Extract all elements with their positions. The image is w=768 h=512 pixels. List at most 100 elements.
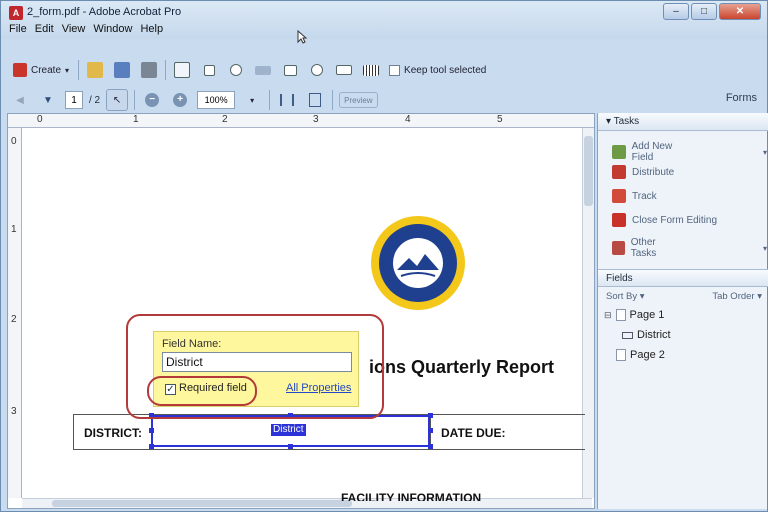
forms-task-pane: ▾ Tasks Add New Field ▾ Distribute Track…	[597, 113, 768, 509]
menu-window[interactable]: Window	[93, 23, 132, 35]
tab-order-dropdown[interactable]: Tab Order ▾	[712, 288, 762, 306]
create-label: Create	[31, 64, 62, 76]
button-tool[interactable]	[252, 59, 274, 81]
resize-handle[interactable]	[149, 444, 154, 449]
collapse-icon[interactable]: ⊟	[604, 310, 612, 321]
add-field-icon	[612, 145, 626, 159]
previous-page-button[interactable]: ◀	[9, 89, 31, 111]
save-button[interactable]	[111, 59, 133, 81]
toolbar-separator	[78, 60, 80, 80]
chevron-down-icon: ▾	[762, 147, 767, 157]
text-field-icon	[622, 331, 633, 339]
fit-page-button[interactable]	[304, 89, 326, 111]
menu-view[interactable]: View	[62, 23, 86, 35]
checkbox-tool[interactable]	[198, 59, 220, 81]
maximize-button[interactable]: □	[691, 3, 717, 20]
menu-edit[interactable]: Edit	[35, 23, 54, 35]
zoom-in-button[interactable]: +	[169, 89, 191, 111]
field-name-chip: District	[271, 424, 306, 436]
menu-file[interactable]: File	[9, 23, 27, 35]
minimize-button[interactable]: –	[663, 3, 689, 20]
tree-node-page-1[interactable]: ⊟ Page 1	[604, 309, 664, 321]
ruler-mark-0: 0	[37, 114, 43, 125]
ruler-mark-2: 2	[222, 114, 228, 125]
page-icon	[616, 349, 626, 361]
zoom-out-button[interactable]: −	[141, 89, 163, 111]
department-seal-logo	[371, 216, 465, 310]
select-tool[interactable]: ↖	[106, 89, 129, 111]
other-tasks-icon	[612, 241, 625, 255]
task-other-tasks[interactable]: Other Tasks ▾	[612, 237, 767, 259]
list-box-tool[interactable]	[279, 59, 301, 81]
keep-tool-checkbox[interactable]	[389, 64, 401, 76]
barcode-tool[interactable]	[360, 59, 382, 81]
preview-button[interactable]: Preview	[339, 92, 378, 108]
window-controls: – □ ✕	[663, 3, 761, 20]
task-label: Track	[632, 190, 657, 202]
radio-tool[interactable]	[306, 59, 328, 81]
printer-icon	[141, 62, 158, 78]
zoom-dropdown-button[interactable]: ▾	[241, 89, 263, 111]
resize-handle[interactable]	[149, 428, 154, 433]
fit-width-icon	[280, 94, 295, 106]
district-label: DISTRICT:	[84, 426, 142, 440]
print-button[interactable]	[138, 59, 160, 81]
zoom-input[interactable]	[197, 91, 236, 109]
distribute-icon	[612, 165, 626, 179]
dropdown-tool[interactable]	[333, 59, 355, 81]
mountain-icon	[397, 254, 439, 277]
zoom-in-icon: +	[173, 93, 188, 107]
menu-help[interactable]: Help	[140, 23, 163, 35]
tree-node-district[interactable]: District	[622, 329, 671, 341]
zoom-out-icon: −	[145, 93, 160, 107]
next-page-button[interactable]: ▼	[37, 89, 59, 111]
navigation-toolbar: ◀ ▼ / 2 ↖ − + ▾ Preview Forms	[9, 86, 765, 112]
text-field-tool[interactable]	[171, 59, 193, 81]
task-add-new-field[interactable]: Add New Field ▾	[612, 141, 767, 163]
open-button[interactable]	[84, 59, 106, 81]
resize-handle[interactable]	[428, 428, 433, 433]
resize-handle[interactable]	[428, 444, 433, 449]
scroll-thumb[interactable]	[584, 136, 593, 206]
keep-tool-label: Keep tool selected	[404, 64, 487, 76]
button-icon	[255, 65, 272, 75]
folder-icon	[87, 62, 104, 78]
fields-sort-row: Sort By ▾ Tab Order ▾	[598, 288, 768, 306]
horizontal-scrollbar[interactable]	[22, 498, 592, 508]
ruler-mark-4: 4	[405, 114, 411, 125]
radio-button-icon	[311, 64, 324, 76]
bottom-heading: FACILITY INFORMATION	[341, 491, 482, 501]
signature-tool[interactable]	[225, 59, 247, 81]
resize-handle[interactable]	[288, 444, 293, 449]
close-button[interactable]: ✕	[719, 3, 761, 20]
task-label: Close Form Editing	[632, 214, 718, 226]
fit-page-icon	[309, 93, 322, 107]
title-bar: A 2_form.pdf - Adobe Acrobat Pro File Ed…	[1, 1, 767, 44]
tasks-header[interactable]: ▾ Tasks	[598, 113, 768, 131]
task-track[interactable]: Track	[612, 189, 657, 203]
resize-handle[interactable]	[428, 413, 433, 418]
ruler-mark-1: 1	[133, 114, 139, 125]
chevron-down-icon: ▾	[762, 243, 767, 253]
main-toolbar: Create ▾ Keep tool selected	[9, 58, 488, 82]
keep-tool-toggle[interactable]: Keep tool selected	[387, 59, 488, 81]
tree-node-page-2[interactable]: Page 2	[616, 349, 665, 361]
forms-tab[interactable]: Forms	[726, 92, 757, 104]
acrobat-window: A 2_form.pdf - Adobe Acrobat Pro File Ed…	[0, 0, 768, 512]
menu-bar: File Edit View Window Help	[9, 23, 163, 35]
page-icon	[615, 309, 626, 321]
page-number-input[interactable]	[65, 91, 83, 109]
task-distribute[interactable]: Distribute	[612, 165, 674, 179]
date-due-label: DATE DUE:	[441, 426, 506, 440]
tree-node-label: Page 2	[630, 349, 665, 361]
seal-ring	[379, 224, 457, 302]
close-form-icon	[612, 213, 626, 227]
fit-width-button[interactable]	[276, 89, 298, 111]
sort-by-dropdown[interactable]: Sort By ▾	[606, 288, 645, 306]
signature-icon	[230, 64, 243, 76]
task-close-form-editing[interactable]: Close Form Editing	[612, 213, 717, 227]
toolbar-separator	[269, 90, 271, 110]
fields-header: Fields	[598, 269, 768, 287]
create-button[interactable]: Create ▾	[9, 59, 73, 81]
scroll-thumb-h[interactable]	[52, 500, 352, 507]
